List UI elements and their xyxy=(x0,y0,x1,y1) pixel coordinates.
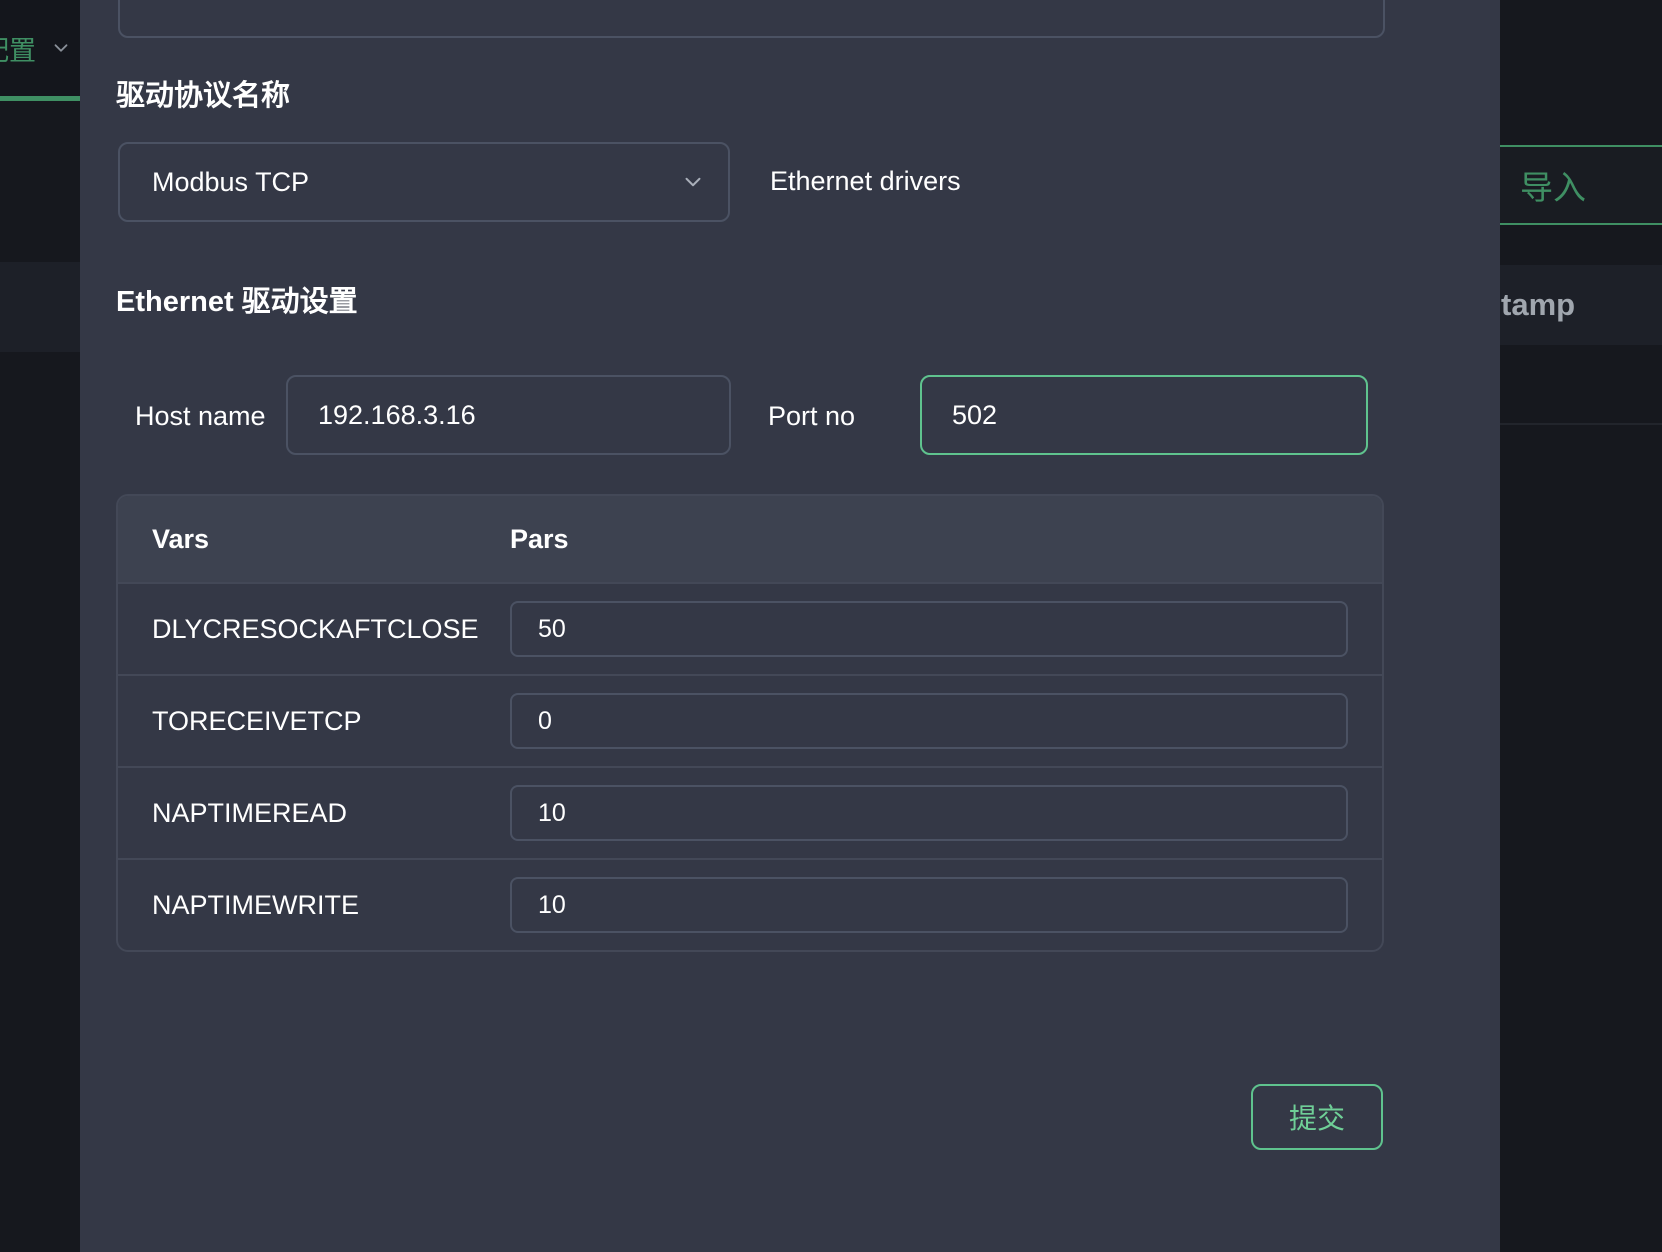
param-name: DLYCRESOCKAFTCLOSE xyxy=(152,613,479,644)
clipped-input-above[interactable] xyxy=(118,0,1385,38)
drivers-type-note: Ethernet drivers xyxy=(770,166,961,196)
host-name-input[interactable]: 192.168.3.16 xyxy=(286,375,731,455)
driver-params-table-header: Vars Pars xyxy=(118,496,1382,582)
driver-params-table: Vars Pars DLYCRESOCKAFTCLOSE 50 TORECEIV… xyxy=(116,494,1384,952)
protocol-section-title: 驱动协议名称 xyxy=(116,80,291,112)
param-value-cell: 10 xyxy=(510,785,1382,841)
background-left-block-b xyxy=(0,262,80,352)
background-left-block-a xyxy=(0,101,80,262)
port-no-label: Port no xyxy=(768,401,856,431)
background-left-panel: 配置 xyxy=(0,0,80,1252)
page-background: 配置 导入 Timestamp YES xyxy=(0,0,1662,1252)
param-value-input[interactable]: 50 xyxy=(510,601,1348,657)
ethernet-section-title: Ethernet 驱动设置 xyxy=(116,286,358,318)
background-left-block-c xyxy=(0,352,80,1252)
port-no-input[interactable]: 502 xyxy=(920,375,1368,455)
background-tab-configuration[interactable]: 配置 xyxy=(0,0,80,96)
param-value-cell: 50 xyxy=(510,601,1382,657)
protocol-select-value: Modbus TCP xyxy=(152,166,310,197)
param-value-cell: 0 xyxy=(510,693,1382,749)
param-value-input[interactable]: 10 xyxy=(510,877,1348,933)
param-value-input[interactable]: 10 xyxy=(510,785,1348,841)
table-row: NAPTIMEWRITE 10 xyxy=(118,858,1382,950)
column-header-pars: Pars xyxy=(510,523,569,554)
submit-button[interactable]: 提交 xyxy=(1251,1084,1383,1150)
host-name-label: Host name xyxy=(135,401,266,431)
background-tab-label: 配置 xyxy=(0,35,36,66)
param-name: NAPTIMEREAD xyxy=(152,797,348,828)
param-name: NAPTIMEWRITE xyxy=(152,889,359,920)
driver-config-modal: 驱动协议名称 Modbus TCP Ethernet drivers Ether… xyxy=(80,0,1500,1252)
table-row: DLYCRESOCKAFTCLOSE 50 xyxy=(118,582,1382,674)
table-row: TORECEIVETCP 0 xyxy=(118,674,1382,766)
param-value-input[interactable]: 0 xyxy=(510,693,1348,749)
import-button-label: 导入 xyxy=(1520,169,1586,206)
table-row: NAPTIMEREAD 10 xyxy=(118,766,1382,858)
param-name: TORECEIVETCP xyxy=(152,705,362,736)
chevron-down-icon[interactable] xyxy=(50,37,72,59)
protocol-select[interactable]: Modbus TCP xyxy=(118,142,730,222)
chevron-down-icon[interactable] xyxy=(680,169,706,195)
param-value-cell: 10 xyxy=(510,877,1382,933)
column-header-vars: Vars xyxy=(152,523,210,554)
